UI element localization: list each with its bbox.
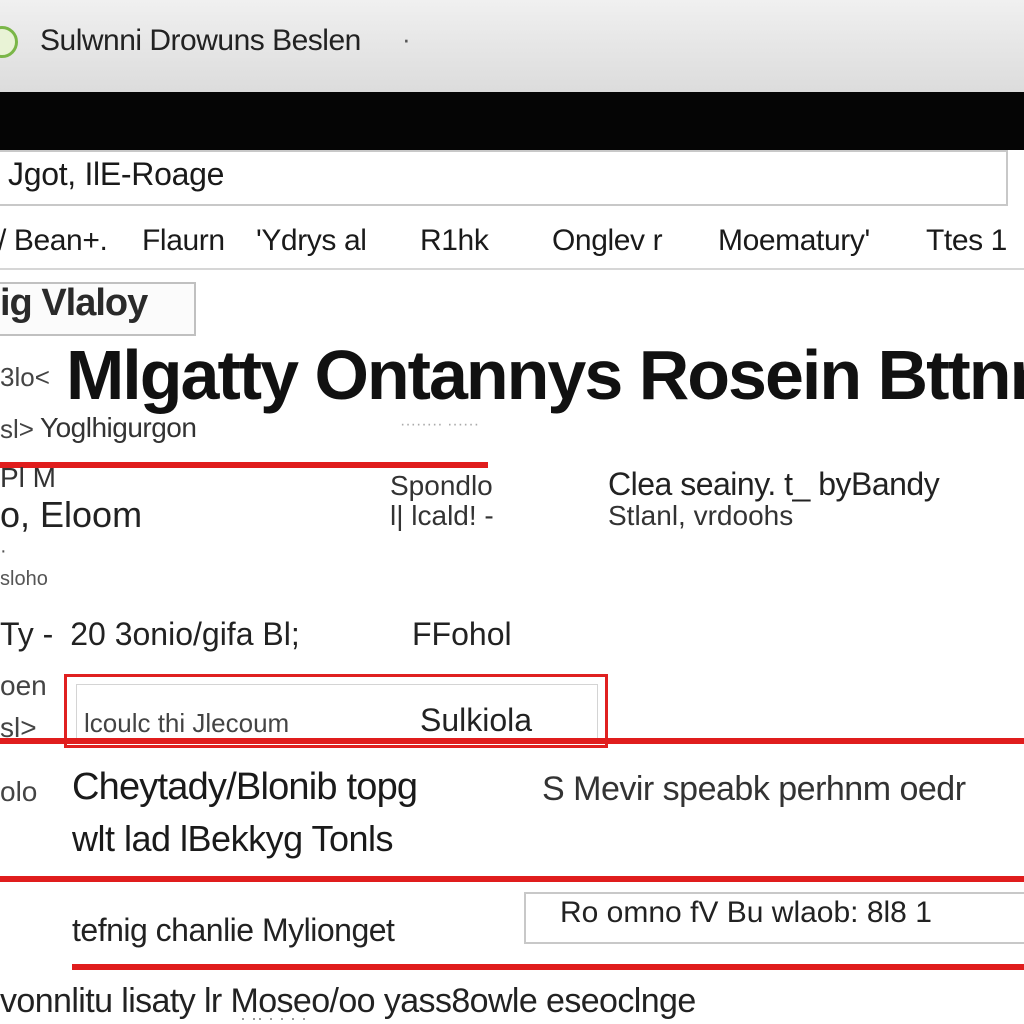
info-right-value: Stlanl, vrdoohs [608,500,794,531]
info-mid-label: Spondlo [390,470,493,501]
body-text-1: S Mevir speabk perhnm oedr [542,770,966,808]
page-subtitle: Yoglhigurgon [40,412,197,443]
side-label-c: · [0,540,7,562]
footer-text: vonnlitu lisaty lr Moseo/oo yass8owle es… [0,982,696,1020]
app-window: Sulwnni Drowuns Beslen · Jgot, IlE-Roage… [0,0,1024,1024]
window-title: Sulwnni Drowuns Beslen [40,24,361,57]
date-row-right[interactable]: FFohol [412,616,512,653]
subtitle-meta: ········ ······ [400,416,480,433]
info-right-label: Clea seainy. t_ byBandy [608,466,940,502]
title-separator: · [402,24,411,54]
body-link-2[interactable]: wlt lad lBekkyg Tonls [72,818,394,860]
search-input-value: lcoulc thi Jlecoum [84,708,290,738]
info-left-label: Pl M [0,462,56,493]
side-label-a: 3lo< [0,362,50,392]
address-text[interactable]: Jgot, IlE-Roage [8,156,224,193]
footer-meta: · ·· · · · · [240,1008,307,1024]
info-mid-value: l| lcald! - [390,500,494,531]
highlight-underline-4 [72,964,1024,970]
page-title: Mlgatty Ontannys Rosein Bttnr [66,336,1024,414]
row-label-a: oen [0,670,47,701]
highlight-underline-1 [0,462,488,468]
menu-item-bean[interactable]: / Bean+. [0,224,108,258]
body-link-1[interactable]: Cheytady/Blonib topg [72,766,418,809]
row-label-c: olo [0,776,38,807]
highlight-underline-2 [0,738,1024,744]
menu-item-ttes[interactable]: Ttes 1 [926,224,1007,258]
date-value: 20 3onio/gifa Bl; [70,616,300,652]
menu-item-moematury[interactable]: Moematury' [718,224,870,258]
side-label-b: sl> [0,414,34,444]
menu-item-r1hk[interactable]: R1hk [420,224,489,258]
section-tab-label: ig Vlaloy [0,282,148,324]
menu-item-ydrys[interactable]: 'Ydrys al [256,224,367,258]
menu-item-onglev[interactable]: Onglev r [552,224,663,258]
info-left-value: o, Eloom [0,494,143,535]
toolbar-band [0,92,1024,150]
date-prefix: Ty - [0,616,54,652]
highlight-underline-3 [0,876,1024,882]
side-label-d: sloho [0,568,48,590]
input-action-button[interactable]: Sulkiola [420,702,532,739]
bottom-label: tefnig chanlie Mylionget [72,912,395,948]
menu-item-flaurn[interactable]: Flaurn [142,224,225,258]
date-row: Ty - 20 3onio/gifa Bl; [0,616,300,653]
bottom-input-value: Ro omno fV Bu wlaob: 8l8 1 [560,896,932,929]
menu-bar: / Bean+. Flaurn 'Ydrys al R1hk Onglev r … [0,208,1024,270]
